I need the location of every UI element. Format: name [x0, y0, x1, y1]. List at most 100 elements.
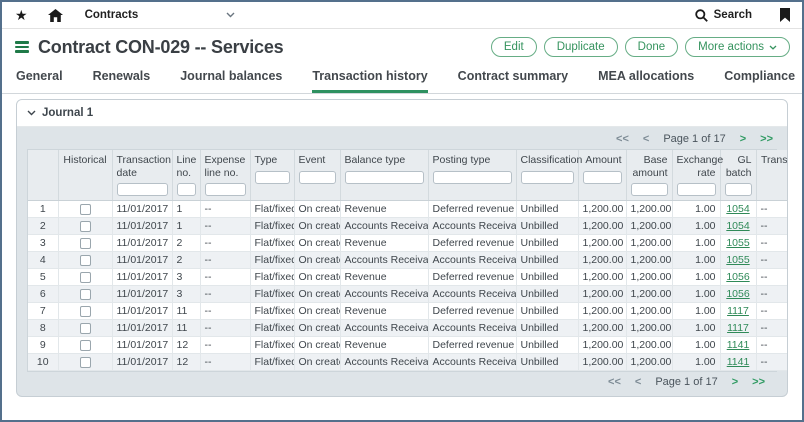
cell-posting_type: Deferred revenue — [428, 269, 516, 286]
gl-batch-link[interactable]: 1117 — [727, 305, 749, 317]
record-menu-icon[interactable] — [15, 41, 29, 53]
page-next-button[interactable]: > — [732, 376, 738, 388]
gl-batch-link[interactable]: 1055 — [726, 237, 749, 249]
tab-general[interactable]: General — [16, 69, 63, 93]
gl-batch-link[interactable]: 1055 — [726, 254, 749, 266]
tab-transaction-history[interactable]: Transaction history — [312, 69, 427, 93]
star-icon[interactable]: ★ — [15, 8, 28, 22]
cell-transaction_date: 11/01/2017 — [112, 286, 172, 303]
cell-event: On create — [294, 303, 340, 320]
filter-line_no[interactable] — [177, 183, 196, 196]
tab-compliance[interactable]: Compliance — [724, 69, 795, 93]
cell-amount: 1,200.00 — [578, 235, 626, 252]
bookmark-icon[interactable] — [780, 8, 790, 22]
cell-transaction_date: 11/01/2017 — [112, 235, 172, 252]
chevron-down-icon — [769, 45, 777, 50]
contracts-nav-dropdown[interactable]: Contracts — [85, 9, 235, 21]
cell-expense_line_no: -- — [200, 337, 250, 354]
cell-event: On create — [294, 252, 340, 269]
cell-transaction_date: 11/01/2017 — [112, 320, 172, 337]
filter-transaction_date[interactable] — [117, 183, 168, 196]
tab-journal-balances[interactable]: Journal balances — [180, 69, 282, 93]
filter-amount[interactable] — [583, 171, 622, 184]
cell-event: On create — [294, 201, 340, 218]
cell-classification: Unbilled — [516, 337, 578, 354]
gl-batch-link[interactable]: 1117 — [727, 322, 749, 334]
search-icon[interactable] — [695, 9, 708, 22]
cell-amount: 1,200.00 — [578, 201, 626, 218]
page-indicator: Page 1 of 17 — [655, 376, 717, 388]
cell-transaction: -- — [756, 354, 788, 371]
cell-historical — [58, 320, 112, 337]
historical-checkbox[interactable] — [80, 289, 91, 300]
filter-gl_batch[interactable] — [725, 183, 752, 196]
cell-balance_type: Accounts Receivable — [340, 286, 428, 303]
tab-mea-allocations[interactable]: MEA allocations — [598, 69, 694, 93]
gl-batch-link[interactable]: 1056 — [726, 271, 749, 283]
historical-checkbox[interactable] — [80, 340, 91, 351]
filter-expense_line_no[interactable] — [205, 183, 246, 196]
cell-exchange_rate: 1.00 — [672, 354, 720, 371]
pagination-bottom: <<<Page 1 of 17>>> — [17, 372, 787, 396]
tab-renewals[interactable]: Renewals — [93, 69, 151, 93]
cell-event: On create — [294, 218, 340, 235]
cell-num: 4 — [28, 252, 58, 269]
historical-checkbox[interactable] — [80, 323, 91, 334]
collapse-chevron-icon — [27, 110, 36, 116]
filter-exchange_rate[interactable] — [677, 183, 716, 196]
historical-checkbox[interactable] — [80, 221, 91, 232]
page-last-button[interactable]: >> — [760, 133, 773, 145]
cell-classification: Unbilled — [516, 354, 578, 371]
transaction-table-wrap: HistoricalTransaction dateLine no.Expens… — [27, 149, 777, 372]
journal-header[interactable]: Journal 1 — [17, 100, 787, 127]
duplicate-button[interactable]: Duplicate — [544, 37, 618, 57]
cell-transaction: -- — [756, 286, 788, 303]
filter-classification[interactable] — [521, 171, 574, 184]
historical-checkbox[interactable] — [80, 204, 91, 215]
cell-posting_type: Accounts Receivable — [428, 218, 516, 235]
edit-button[interactable]: Edit — [491, 37, 537, 57]
filter-balance_type[interactable] — [345, 171, 424, 184]
filter-event[interactable] — [299, 171, 336, 184]
historical-checkbox[interactable] — [80, 272, 91, 283]
gl-batch-link[interactable]: 1056 — [726, 288, 749, 300]
page-last-button[interactable]: >> — [752, 376, 765, 388]
historical-checkbox[interactable] — [80, 238, 91, 249]
gl-batch-link[interactable]: 1141 — [727, 339, 750, 351]
cell-posting_type: Deferred revenue — [428, 337, 516, 354]
historical-checkbox[interactable] — [80, 255, 91, 266]
col-header-line_no: Line no. — [172, 150, 200, 201]
cell-transaction: -- — [756, 337, 788, 354]
cell-num: 7 — [28, 303, 58, 320]
tab-contract-summary[interactable]: Contract summary — [458, 69, 568, 93]
historical-checkbox[interactable] — [80, 357, 91, 368]
historical-checkbox[interactable] — [80, 306, 91, 317]
page-prev-button[interactable]: < — [643, 133, 649, 145]
gl-batch-link[interactable]: 1054 — [726, 220, 749, 232]
cell-posting_type: Deferred revenue — [428, 235, 516, 252]
cell-line_no: 3 — [172, 286, 200, 303]
cell-event: On create — [294, 337, 340, 354]
page-first-button[interactable]: << — [608, 376, 621, 388]
col-header-expense_line_no: Expense line no. — [200, 150, 250, 201]
cell-amount: 1,200.00 — [578, 218, 626, 235]
cell-posting_type: Accounts Receivable — [428, 354, 516, 371]
gl-batch-link[interactable]: 1141 — [727, 356, 750, 368]
gl-batch-link[interactable]: 1054 — [726, 203, 749, 215]
action-buttons: Edit Duplicate Done More actions — [491, 37, 790, 57]
home-icon[interactable] — [48, 9, 63, 22]
filter-type[interactable] — [255, 171, 290, 184]
search-label[interactable]: Search — [714, 9, 752, 21]
cell-event: On create — [294, 235, 340, 252]
filter-base_amount[interactable] — [631, 183, 668, 196]
done-button[interactable]: Done — [625, 37, 679, 57]
more-actions-button[interactable]: More actions — [685, 37, 790, 57]
page-prev-button[interactable]: < — [635, 376, 641, 388]
cell-expense_line_no: -- — [200, 235, 250, 252]
filter-posting_type[interactable] — [433, 171, 512, 184]
page-next-button[interactable]: > — [740, 133, 746, 145]
cell-transaction_date: 11/01/2017 — [112, 269, 172, 286]
page-first-button[interactable]: << — [616, 133, 629, 145]
cell-transaction_date: 11/01/2017 — [112, 218, 172, 235]
cell-base_amount: 1,200.00 — [626, 269, 672, 286]
